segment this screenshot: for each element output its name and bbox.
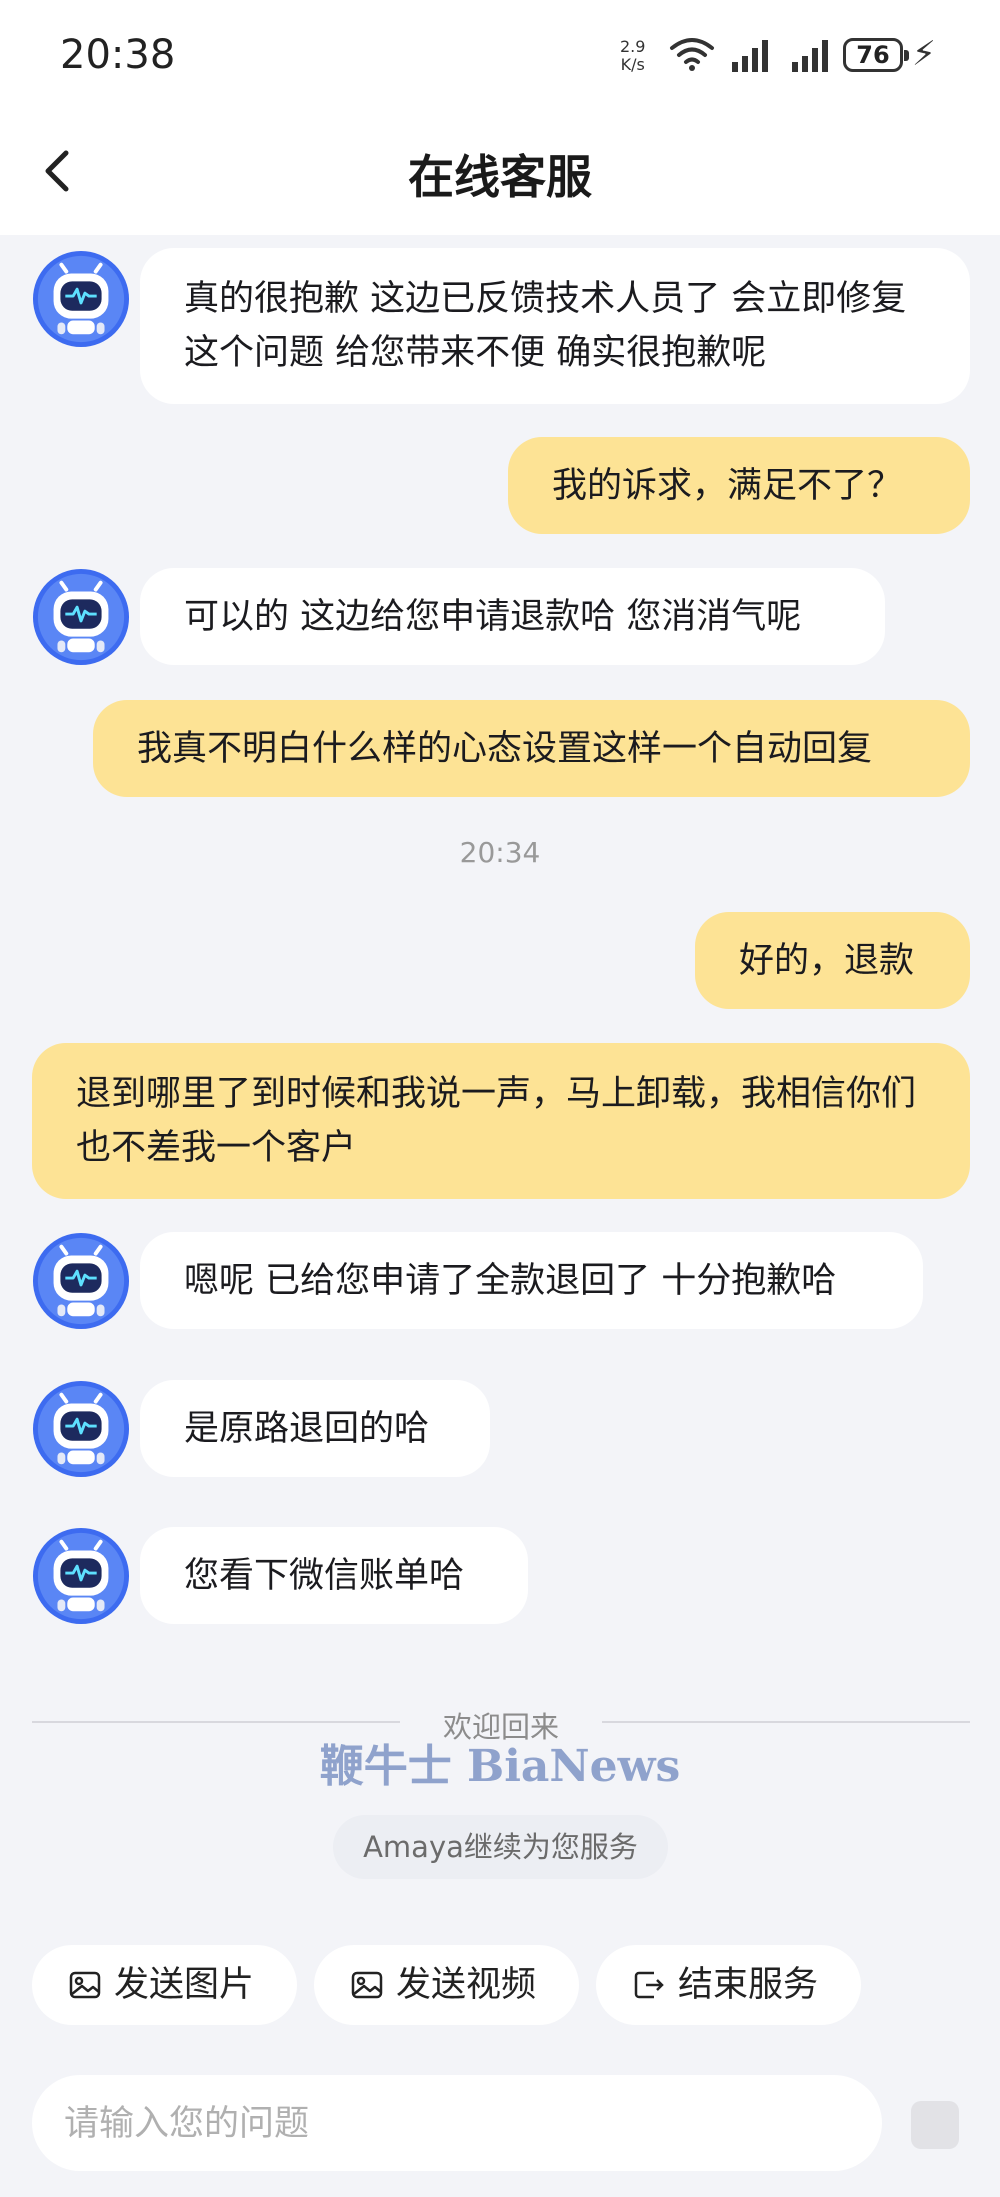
bot-avatar[interactable] <box>32 1380 130 1478</box>
battery-icon: 76 <box>843 38 909 72</box>
page-title: 在线客服 <box>408 150 592 204</box>
more-icon[interactable] <box>905 2095 965 2155</box>
bot-avatar[interactable] <box>32 1232 130 1330</box>
bot-message: 是原路退回的哈 <box>140 1380 490 1477</box>
user-message: 我真不明白什么样的心态设置这样一个自动回复 <box>93 700 970 797</box>
message-input[interactable] <box>32 2075 866 2173</box>
watermark: 鞭牛士 BiaNews <box>319 1741 681 1792</box>
bot-avatar[interactable] <box>32 250 130 348</box>
bot-message: 真的很抱歉 这边已反馈技术人员了 会立即修复这个问题 给您带来不便 确实很抱歉呢 <box>140 248 970 404</box>
bot-avatar[interactable] <box>32 568 130 666</box>
exit-icon <box>634 1971 664 1999</box>
wifi-icon <box>670 38 714 71</box>
status-time: 20:38 <box>60 32 176 78</box>
signal-icon <box>732 40 768 72</box>
nav-header: 在线客服 <box>0 115 1000 235</box>
send-image-button[interactable]: 发送图片 <box>32 1945 297 2025</box>
bot-avatar[interactable] <box>32 1527 130 1625</box>
user-message: 退到哪里了到时候和我说一声，马上卸载，我相信你们也不差我一个客户 <box>32 1043 970 1199</box>
message-timestamp: 20:34 <box>459 836 541 869</box>
end-service-button[interactable]: 结束服务 <box>596 1945 861 2025</box>
user-message: 我的诉求，满足不了？ <box>508 437 970 534</box>
signal-icon-2 <box>792 40 828 72</box>
status-bar: 20:38 2.9 K/s 76 ⚡ <box>0 0 1000 115</box>
bot-message: 嗯呢 已给您申请了全款退回了 十分抱歉哈 <box>140 1232 923 1329</box>
bot-message: 您看下微信账单哈 <box>140 1527 528 1624</box>
video-icon <box>351 1971 383 1999</box>
message-input-container <box>32 2075 882 2173</box>
serving-notice: Amaya继续为您服务 <box>333 1815 668 1879</box>
send-video-button[interactable]: 发送视频 <box>314 1945 579 2025</box>
image-icon <box>69 1971 101 1999</box>
charging-icon: ⚡ <box>912 34 936 74</box>
bot-message: 可以的 这边给您申请退款哈 您消消气呢 <box>140 568 885 665</box>
user-message: 好的，退款 <box>695 912 970 1009</box>
network-speed: 2.9 K/s <box>620 37 646 74</box>
